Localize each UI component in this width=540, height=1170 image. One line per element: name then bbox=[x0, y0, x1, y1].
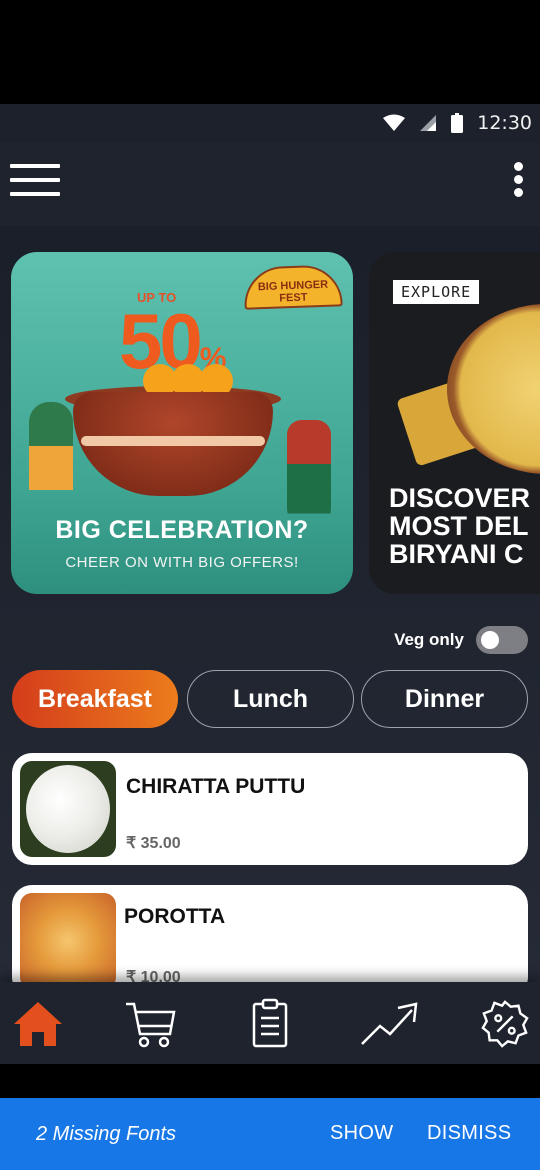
hamburger-icon[interactable] bbox=[10, 164, 60, 200]
item-price: ₹ 10.00 bbox=[126, 969, 181, 982]
home-icon[interactable] bbox=[12, 998, 64, 1050]
main-content: BIG HUNGER FEST UP TO 50% BIG CELEBRATIO… bbox=[0, 226, 540, 982]
missing-fonts-snackbar: 2 Missing Fonts SHOW DISMISS bbox=[0, 1098, 540, 1170]
trending-up-icon[interactable] bbox=[360, 998, 422, 1050]
dancer-illustration-right bbox=[287, 420, 331, 530]
promo-banner-biryani[interactable]: EXPLORE DISCOVER MOST DEL BIRYANI C bbox=[369, 252, 540, 594]
banner-subtitle: CHEER ON WITH BIG OFFERS! bbox=[65, 554, 299, 571]
tab-breakfast[interactable]: Breakfast bbox=[12, 670, 178, 728]
big-hunger-fest-logo: BIG HUNGER FEST bbox=[243, 264, 343, 310]
wifi-icon bbox=[383, 114, 406, 131]
pot-pattern-illustration bbox=[81, 436, 265, 446]
cart-icon[interactable] bbox=[124, 998, 176, 1050]
battery-icon bbox=[451, 113, 464, 133]
veg-only-filter: Veg only bbox=[394, 626, 528, 654]
top-black-area bbox=[0, 0, 540, 104]
discount-badge-icon[interactable] bbox=[480, 998, 530, 1050]
show-button[interactable]: SHOW bbox=[330, 1122, 393, 1145]
status-time: 12:30 bbox=[477, 112, 532, 134]
porotta-photo bbox=[20, 893, 116, 982]
banner-title: BIG CELEBRATION? bbox=[55, 516, 309, 544]
item-name: POROTTA bbox=[124, 905, 226, 928]
veg-only-toggle[interactable] bbox=[476, 626, 528, 654]
dismiss-button[interactable]: DISMISS bbox=[427, 1122, 511, 1145]
status-bar: 12:30 bbox=[0, 104, 540, 142]
tab-dinner[interactable]: Dinner bbox=[361, 670, 528, 728]
signal-icon bbox=[420, 115, 437, 131]
veg-only-label: Veg only bbox=[394, 630, 464, 649]
list-item[interactable]: CHIRATTA PUTTU ₹ 35.00 bbox=[12, 753, 528, 865]
app-bar bbox=[0, 142, 540, 226]
chiratta-puttu-photo bbox=[20, 761, 116, 857]
dancer-illustration-left bbox=[29, 402, 73, 512]
explore-tag: EXPLORE bbox=[391, 278, 482, 306]
meal-tabs: Breakfast Lunch Dinner bbox=[12, 670, 529, 728]
list-item[interactable]: POROTTA ₹ 10.00 bbox=[12, 885, 528, 982]
biryani-banner-text: DISCOVER MOST DEL BIRYANI C bbox=[389, 483, 531, 569]
clipboard-icon[interactable] bbox=[244, 998, 296, 1050]
bottom-black-area bbox=[0, 1064, 540, 1098]
more-vertical-icon[interactable] bbox=[510, 162, 526, 202]
promo-banner-big-hunger-fest[interactable]: BIG HUNGER FEST UP TO 50% BIG CELEBRATIO… bbox=[11, 252, 353, 594]
item-name: CHIRATTA PUTTU bbox=[126, 775, 306, 798]
snackbar-message: 2 Missing Fonts bbox=[36, 1122, 177, 1145]
bottom-navigation bbox=[0, 982, 540, 1064]
tab-lunch[interactable]: Lunch bbox=[187, 670, 354, 728]
item-price: ₹ 35.00 bbox=[126, 835, 181, 852]
